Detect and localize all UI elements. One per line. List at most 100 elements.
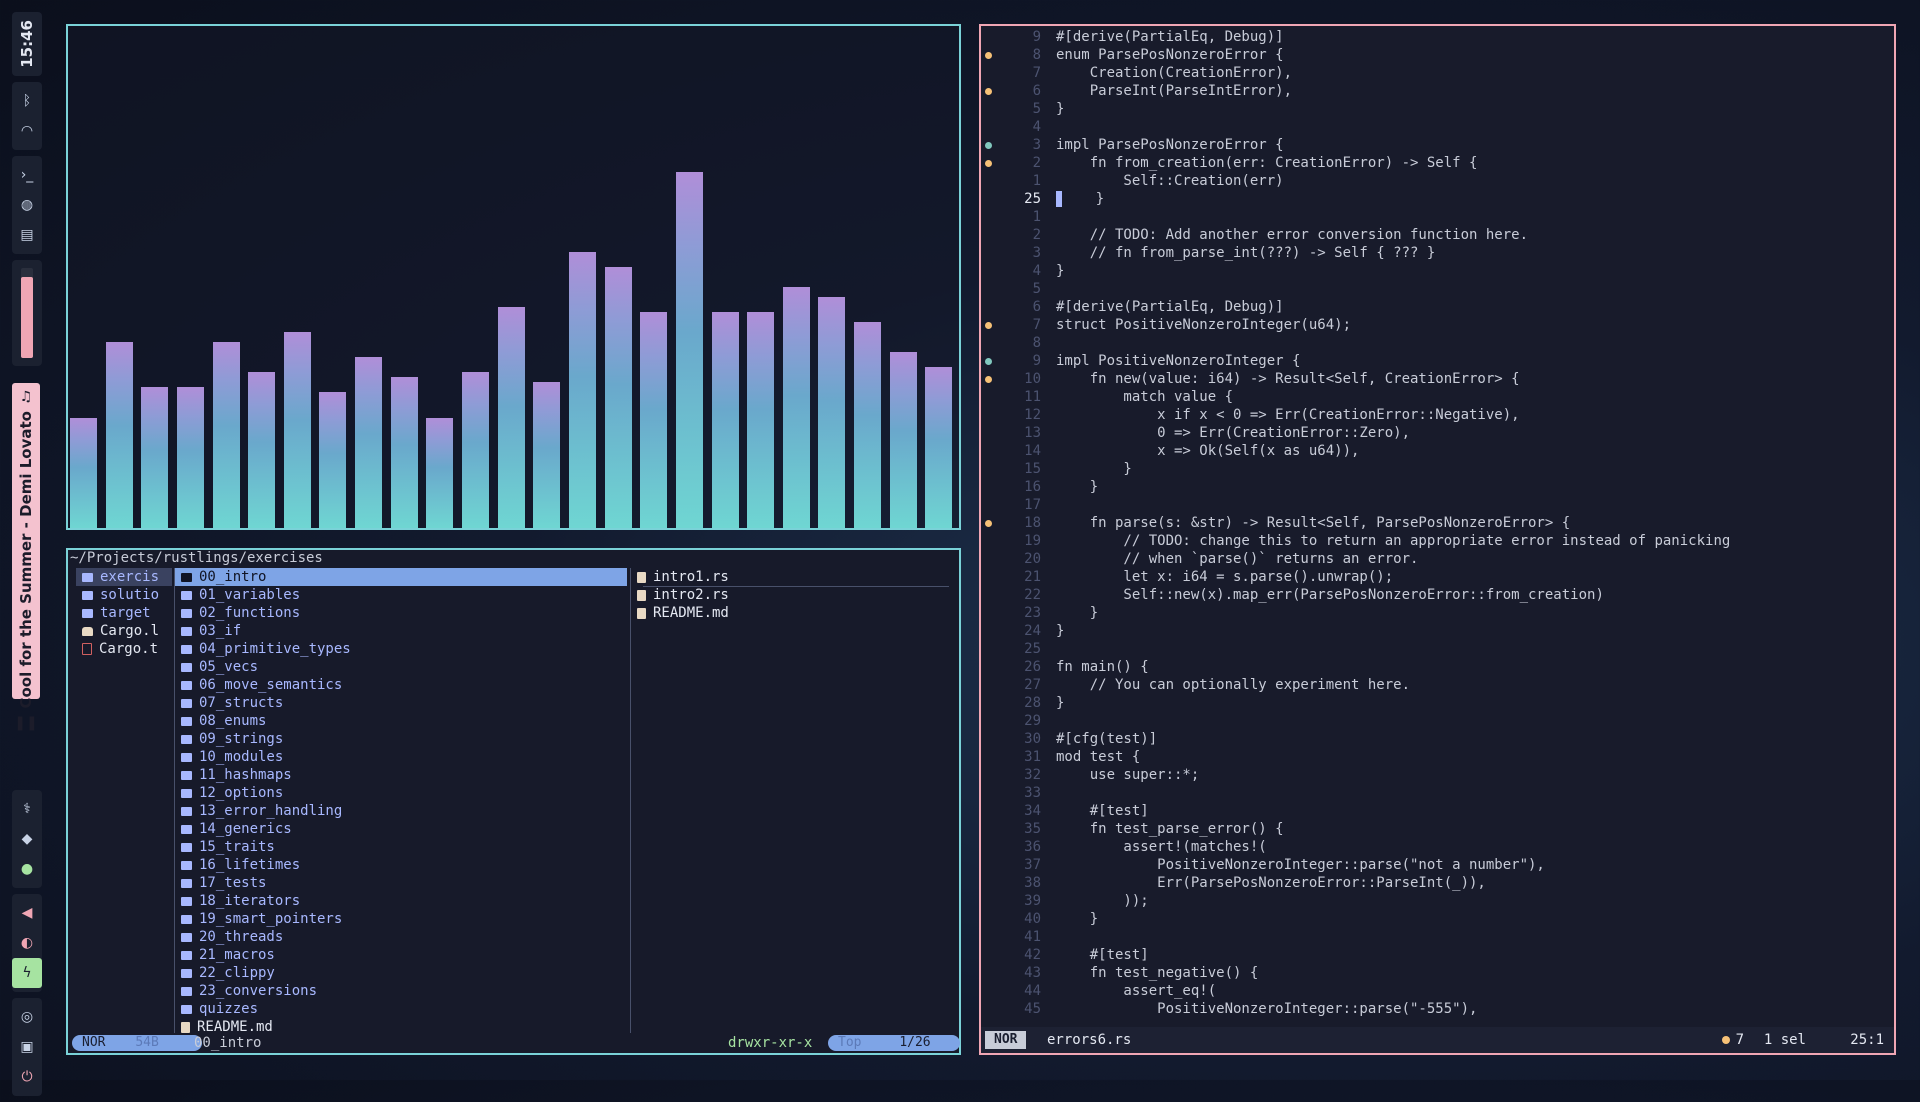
folder-entry[interactable]: 04_primitive_types [175,640,627,658]
code-line[interactable]: 23 } [981,604,1894,622]
code-line[interactable]: 7 Creation(CreationError), [981,64,1894,82]
file-entry[interactable]: Cargo.t [76,640,172,658]
folder-entry[interactable]: 02_functions [175,604,627,622]
folder-entry[interactable]: 07_structs [175,694,627,712]
pause-icon[interactable]: ❚❚ [14,715,37,731]
code-line[interactable]: 5} [981,100,1894,118]
code-line[interactable]: 11 match value { [981,388,1894,406]
code-line[interactable]: 45 PositiveNonzeroInteger::parse("-555")… [981,1000,1894,1018]
clapperboard-icon[interactable]: ▤ [12,220,42,250]
folder-entry[interactable]: 12_options [175,784,627,802]
code-line[interactable]: 14 x => Ok(Self(x as u64)), [981,442,1894,460]
folder-entry[interactable]: 16_lifetimes [175,856,627,874]
code-editor[interactable]: 9 #[derive(PartialEq, Debug)] 8 enum ParseP… [979,24,1896,1055]
diamond-icon[interactable]: ◆ [12,824,42,854]
volume-level[interactable] [21,267,33,358]
folder-entry[interactable]: 21_macros [175,946,627,964]
code-line[interactable]: 12 x if x < 0 => Err(CreationError::Nega… [981,406,1894,424]
warning-dot-icon[interactable] [985,322,992,329]
bolt-icon[interactable]: ϟ [12,958,42,988]
file-entry[interactable]: intro2.rs [631,586,961,604]
warning-dot-icon[interactable] [985,88,992,95]
globe-icon[interactable]: ◍ [12,190,42,220]
code-line[interactable]: 41 [981,928,1894,946]
code-line[interactable]: 4 [981,118,1894,136]
code-line[interactable]: 17 [981,496,1894,514]
code-line[interactable]: 33 [981,784,1894,802]
code-line[interactable]: 4} [981,262,1894,280]
file-entry[interactable]: intro1.rs [631,568,961,586]
code-line[interactable]: 28} [981,694,1894,712]
code-line[interactable]: 40 } [981,910,1894,928]
code-line[interactable]: 10 fn new(value: i64) -> Result<Self, Cr… [981,370,1894,388]
file-entry[interactable]: README.md [175,1018,627,1033]
code-line[interactable]: 1 [981,208,1894,226]
folder-entry[interactable]: 08_enums [175,712,627,730]
folder-entry[interactable]: target [76,604,172,622]
code-line[interactable]: 39 )); [981,892,1894,910]
lock-icon[interactable]: ▣ [12,1032,42,1062]
terminal-icon[interactable]: ›_ [12,160,42,190]
code-line[interactable]: 34 #[test] [981,802,1894,820]
code-line[interactable]: 6 #[derive(PartialEq, Debug)] [981,298,1894,316]
folder-entry[interactable]: 03_if [175,622,627,640]
code-line[interactable]: 43 fn test_negative() { [981,964,1894,982]
warning-dot-icon[interactable] [985,520,992,527]
wifi-icon[interactable]: ◠ [12,116,42,146]
folder-entry[interactable]: quizzes [175,1000,627,1018]
folder-entry[interactable]: 20_threads [175,928,627,946]
folder-entry[interactable]: 09_strings [175,730,627,748]
info-dot-icon[interactable] [985,142,992,149]
folder-entry[interactable]: 11_hashmaps [175,766,627,784]
warning-dot-icon[interactable] [985,376,992,383]
code-line[interactable]: 2 // TODO: Add another error conversion … [981,226,1894,244]
code-line[interactable]: 36 assert!(matches!( [981,838,1894,856]
code-line[interactable]: 7 struct PositiveNonzeroInteger(u64); [981,316,1894,334]
speaker-icon[interactable]: ◀ [12,898,42,928]
info-dot-icon[interactable] [985,358,992,365]
code-line[interactable]: 27 // You can optionally experiment here… [981,676,1894,694]
folder-entry[interactable]: 01_variables [175,586,627,604]
stethoscope-icon[interactable]: ⚕ [12,794,42,824]
code-line[interactable]: 37 PositiveNonzeroInteger::parse("not a … [981,856,1894,874]
code-line[interactable]: 22 Self::new(x).map_err(ParsePosNonzeroE… [981,586,1894,604]
folder-entry[interactable]: 22_clippy [175,964,627,982]
code-line[interactable]: 2 fn from_creation(err: CreationError) -… [981,154,1894,172]
code-line[interactable]: 30 #[cfg(test)] [981,730,1894,748]
folder-entry[interactable]: 17_tests [175,874,627,892]
bluetooth-icon[interactable]: ᛒ [12,86,42,116]
eye-off-icon[interactable]: ◎ [12,1002,42,1032]
turtle-icon[interactable]: ● [12,854,42,884]
code-line[interactable]: 3 impl ParsePosNonzeroError { [981,136,1894,154]
code-line[interactable]: 5 [981,280,1894,298]
code-line[interactable]: 38 Err(ParsePosNonzeroError::ParseInt(_)… [981,874,1894,892]
folder-entry[interactable]: exercis [76,568,172,586]
code-line[interactable]: 29 [981,712,1894,730]
folder-entry[interactable]: solutio [76,586,172,604]
folder-entry[interactable]: 00_intro [175,568,627,586]
code-area[interactable]: 9 #[derive(PartialEq, Debug)] 8 enum ParseP… [981,28,1894,1027]
code-line[interactable]: 15 } [981,460,1894,478]
now-playing[interactable]: ♫ Cool for the Summer - Demi Lovato ❚❚ [12,383,40,731]
folder-entry[interactable]: 14_generics [175,820,627,838]
folder-entry[interactable]: 15_traits [175,838,627,856]
code-line[interactable]: 20 // when `parse()` returns an error. [981,550,1894,568]
code-line[interactable]: 32 use super::*; [981,766,1894,784]
folder-entry[interactable]: 05_vecs [175,658,627,676]
code-line[interactable]: 31 mod test { [981,748,1894,766]
code-line[interactable]: 25 } [981,190,1894,208]
code-line[interactable]: 8 [981,334,1894,352]
code-line[interactable]: 35 fn test_parse_error() { [981,820,1894,838]
folder-entry[interactable]: 19_smart_pointers [175,910,627,928]
diagnostics-count[interactable]: 7 [1721,1027,1744,1053]
folder-entry[interactable]: 13_error_handling [175,802,627,820]
code-line[interactable]: 6 ParseInt(ParseIntError), [981,82,1894,100]
code-line[interactable]: 9 impl PositiveNonzeroInteger { [981,352,1894,370]
code-line[interactable]: 19 // TODO: change this to return an app… [981,532,1894,550]
folder-entry[interactable]: 06_move_semantics [175,676,627,694]
brightness-icon[interactable]: ◐ [12,928,42,958]
warning-dot-icon[interactable] [985,160,992,167]
code-line[interactable]: 1 Self::Creation(err) [981,172,1894,190]
code-line[interactable]: 3 // fn from_parse_int(???) -> Self { ??… [981,244,1894,262]
folder-entry[interactable]: 10_modules [175,748,627,766]
